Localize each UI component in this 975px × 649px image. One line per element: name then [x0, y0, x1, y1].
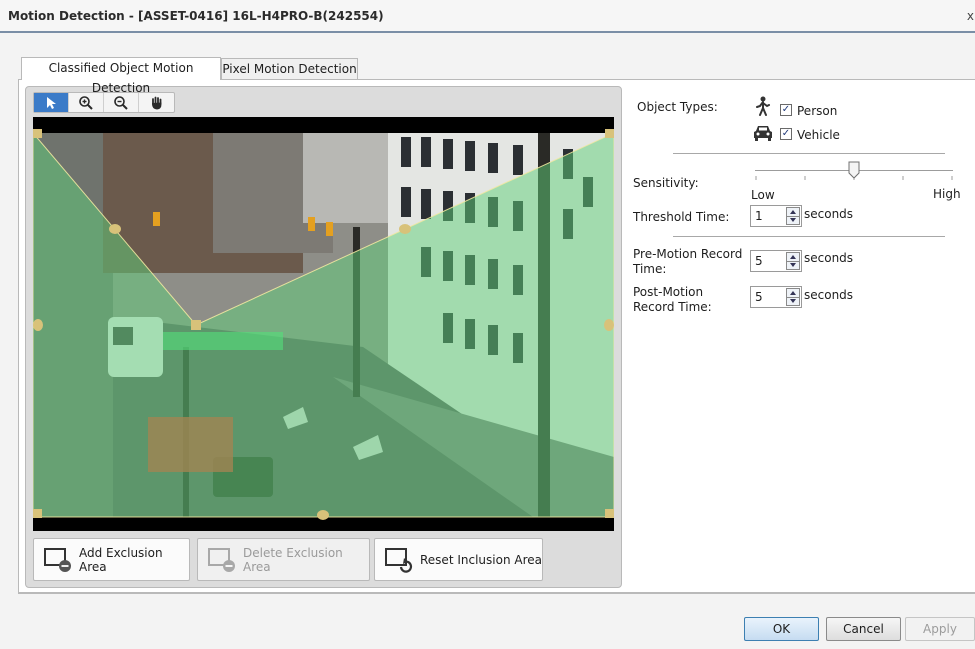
person-icon	[756, 96, 770, 116]
cancel-button[interactable]: Cancel	[826, 617, 901, 641]
delete-area-icon	[207, 547, 237, 573]
close-icon[interactable]: x	[967, 9, 974, 23]
vehicle-label: Vehicle	[797, 128, 840, 142]
footer-separator	[18, 593, 975, 594]
pointer-tool-button[interactable]	[34, 93, 69, 112]
pointer-icon	[47, 96, 56, 109]
apply-button[interactable]: Apply	[905, 617, 975, 641]
window-title: Motion Detection - [ASSET-0416] 16L-H4PR…	[8, 9, 384, 23]
delete-exclusion-area-label: Delete Exclusion Area	[243, 545, 343, 574]
pre-motion-label-line2: Time:	[633, 262, 667, 276]
vehicle-checkbox[interactable]: ✓	[780, 128, 792, 140]
threshold-time-value: 1	[755, 209, 763, 223]
person-checkbox[interactable]: ✓	[780, 104, 792, 116]
delete-exclusion-area-button[interactable]: Delete Exclusion Area	[197, 538, 370, 581]
add-exclusion-area-button[interactable]: Add Exclusion Area	[33, 538, 190, 581]
pre-motion-record-time-value: 5	[755, 254, 763, 268]
pre-motion-unit: seconds	[804, 251, 854, 265]
separator	[673, 153, 945, 154]
tab-pixel-motion-detection[interactable]: Pixel Motion Detection	[221, 58, 358, 80]
pre-motion-label-line1: Pre-Motion Record	[633, 247, 743, 261]
threshold-time-spinner[interactable]: 1	[750, 205, 802, 227]
post-motion-record-time-spinner[interactable]: 5	[750, 286, 802, 308]
spinner-arrows-icon[interactable]	[786, 252, 800, 270]
sensitivity-label: Sensitivity:	[633, 176, 699, 190]
add-exclusion-area-label: Add Exclusion Area	[79, 545, 163, 574]
tab-classified-object-motion-detection[interactable]: Classified Object Motion Detection	[21, 57, 221, 95]
threshold-time-unit: seconds	[804, 207, 854, 221]
post-motion-record-time-value: 5	[755, 290, 763, 304]
post-motion-label-line2: Record Time:	[633, 300, 712, 314]
reset-area-icon	[384, 547, 414, 573]
spinner-arrows-icon[interactable]	[786, 288, 800, 306]
separator	[673, 236, 945, 237]
add-area-icon	[43, 547, 73, 573]
object-types-label: Object Types:	[637, 100, 718, 114]
reset-inclusion-area-button[interactable]: Reset Inclusion Area	[374, 538, 543, 581]
sensitivity-low-label: Low	[751, 188, 775, 202]
reset-inclusion-area-label: Reset Inclusion Area	[420, 552, 542, 567]
spinner-arrows-icon[interactable]	[786, 207, 800, 225]
sensitivity-slider-thumb[interactable]	[848, 161, 860, 179]
post-motion-unit: seconds	[804, 288, 854, 302]
camera-video-feed[interactable]	[33, 117, 614, 531]
pre-motion-record-time-spinner[interactable]: 5	[750, 250, 802, 272]
vehicle-icon	[754, 126, 772, 141]
post-motion-label-line1: Post-Motion	[633, 285, 704, 299]
pan-hand-icon	[151, 96, 161, 109]
threshold-time-label: Threshold Time:	[633, 210, 730, 224]
title-bar: Motion Detection - [ASSET-0416] 16L-H4PR…	[0, 0, 975, 33]
ok-button[interactable]: OK	[744, 617, 819, 641]
person-label: Person	[797, 104, 838, 118]
camera-scene	[33, 117, 614, 531]
sensitivity-high-label: High	[933, 187, 961, 201]
